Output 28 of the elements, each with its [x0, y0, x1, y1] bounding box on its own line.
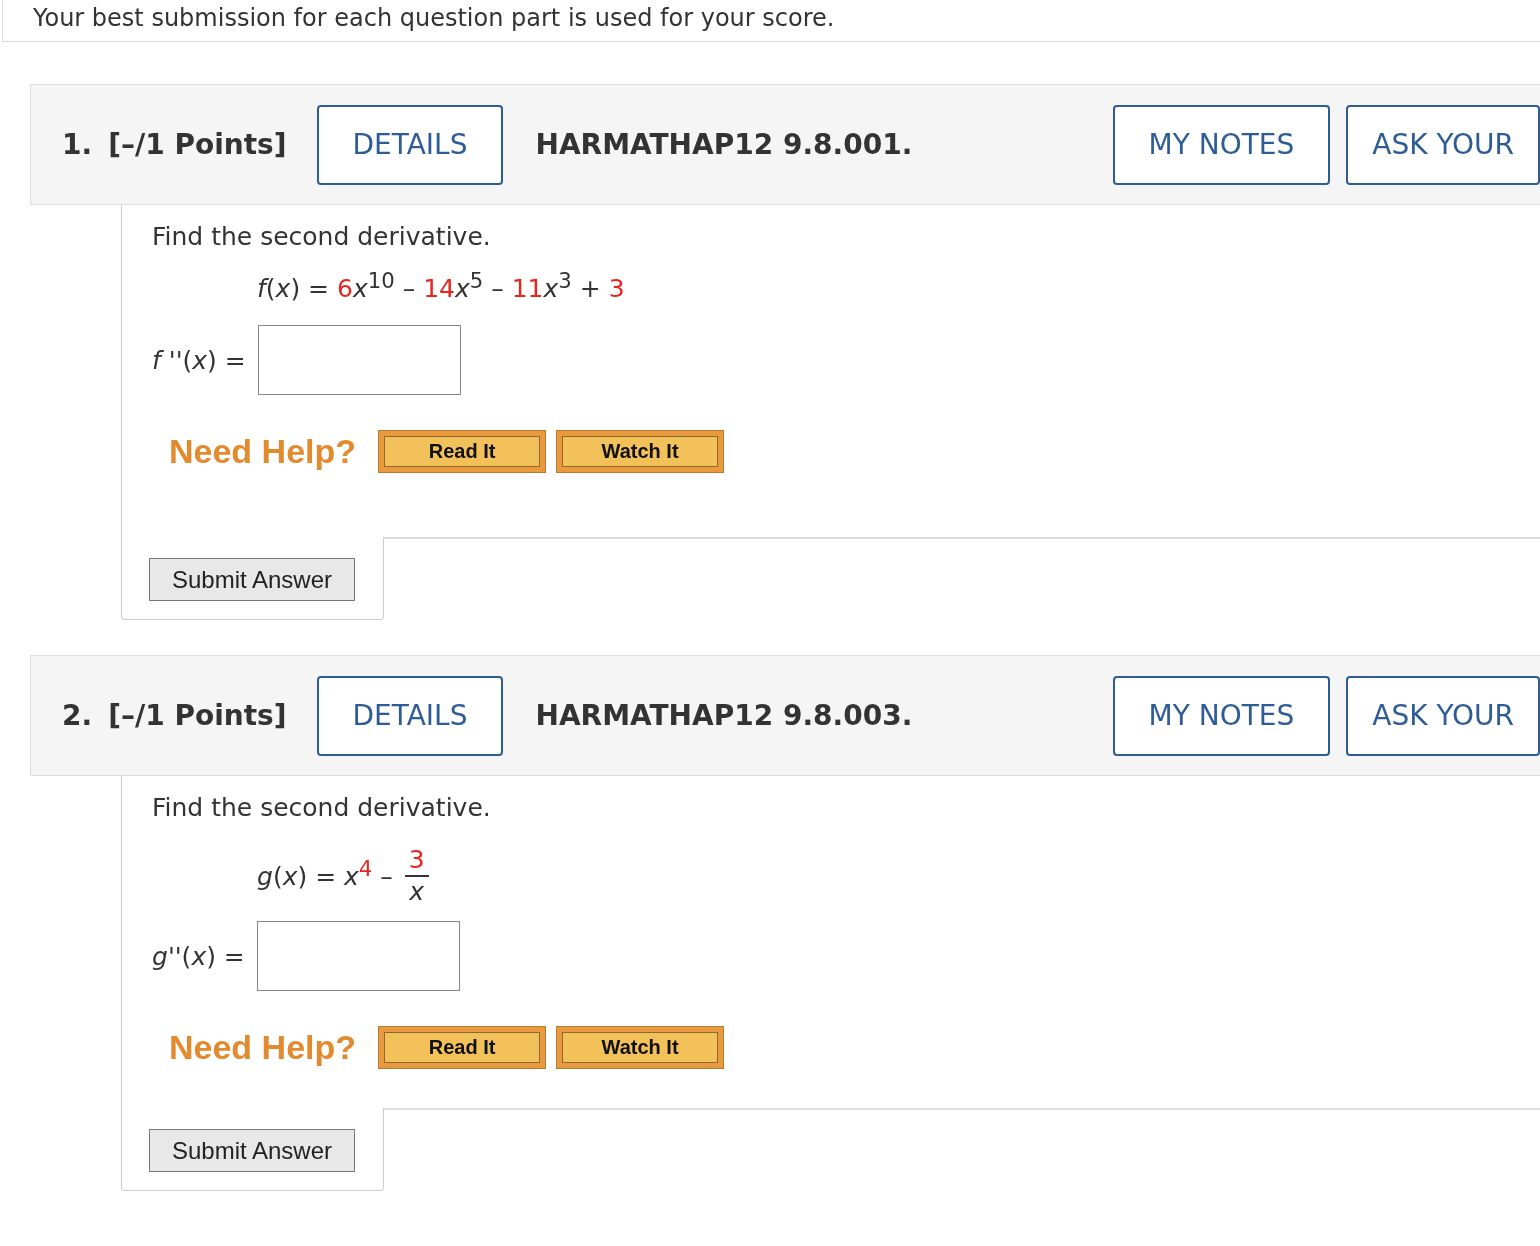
question-number: 2.	[62, 699, 93, 732]
need-help-label: Need Help?	[169, 1028, 357, 1067]
question-prompt: Find the second derivative.	[152, 222, 492, 252]
notice-text: Your best submission for each question part is used for your score.	[33, 4, 835, 32]
help-button[interactable]: Read It	[378, 430, 547, 473]
my-notes-button[interactable]: MY NOTES	[1112, 675, 1331, 756]
need-help-label: Need Help?	[169, 432, 357, 471]
points-label: [–/1 Points]	[108, 128, 287, 161]
submit-answer-button[interactable]: Submit Answer	[149, 558, 355, 601]
help-button[interactable]: Watch It	[556, 1026, 725, 1069]
submit-answer-button[interactable]: Submit Answer	[149, 1129, 355, 1172]
question-title: HARMATHAP12 9.8.001.	[535, 128, 913, 161]
answer-input[interactable]	[257, 325, 461, 395]
answer-label: f ''(x) =	[152, 345, 246, 375]
details-button[interactable]: DETAILS	[316, 675, 504, 756]
ask-button[interactable]: ASK YOUR	[1346, 675, 1540, 756]
question-number: 1.	[62, 128, 93, 161]
my-notes-button[interactable]: MY NOTES	[1112, 104, 1331, 185]
points-label: [–/1 Points]	[108, 699, 287, 732]
ask-button[interactable]: ASK YOUR	[1346, 104, 1540, 185]
details-button[interactable]: DETAILS	[316, 104, 504, 185]
help-button[interactable]: Watch It	[556, 430, 725, 473]
answer-label: g''(x) =	[152, 941, 245, 971]
question-prompt: Find the second derivative.	[152, 793, 492, 823]
answer-input[interactable]	[256, 921, 460, 991]
formula: f(x) = 6x$^{10}$ – 14x$^{5}$ – 11x$^{3}$ + 3	[257, 274, 625, 303]
help-button[interactable]: Read It	[378, 1026, 547, 1069]
question-title: HARMATHAP12 9.8.003.	[535, 699, 913, 732]
